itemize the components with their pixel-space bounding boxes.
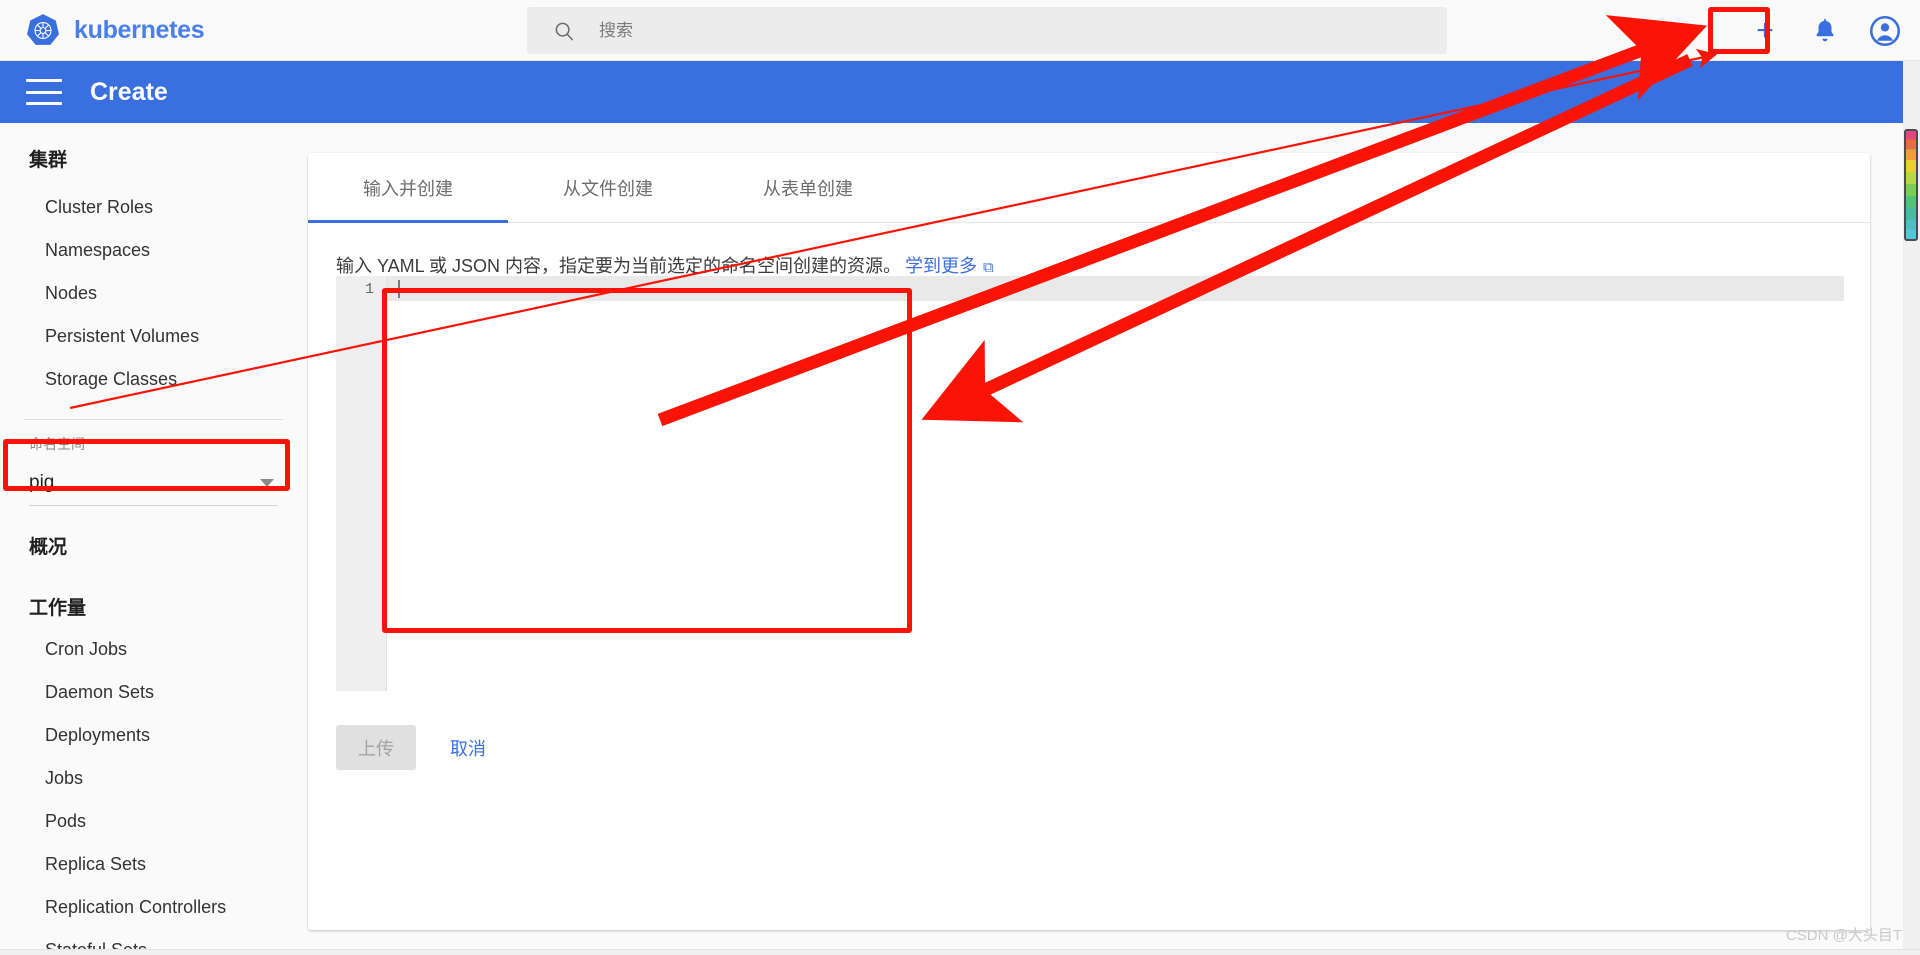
top-bar-actions: +	[1748, 0, 1902, 61]
sidebar-item-overview[interactable]: 概况	[0, 506, 307, 567]
learn-more-link[interactable]: 学到更多	[905, 256, 977, 276]
highlight-create-button	[1708, 7, 1770, 54]
page-header-bar: Create	[0, 61, 1920, 123]
sidebar-section-workloads-title: 工作量	[29, 598, 87, 619]
sidebar-item-cluster-roles[interactable]: Cluster Roles	[0, 186, 307, 229]
page-title: Create	[90, 77, 168, 106]
brand-logo-link[interactable]: kubernetes	[26, 13, 205, 47]
global-search-bar[interactable]	[527, 7, 1447, 54]
sidebar-item-nodes[interactable]: Nodes	[0, 272, 307, 315]
search-icon	[555, 22, 574, 40]
cancel-button[interactable]: 取消	[442, 735, 494, 761]
sidebar-item-jobs[interactable]: Jobs	[0, 757, 307, 800]
kubernetes-dashboard-page: kubernetes +	[0, 0, 1920, 955]
horizontal-scrollbar-track[interactable]	[0, 949, 1920, 955]
top-app-bar: kubernetes +	[0, 0, 1920, 61]
sidebar-item-deployments[interactable]: Deployments	[0, 714, 307, 757]
sidebar-item-namespaces[interactable]: Namespaces	[0, 229, 307, 272]
sidebar-item-pods[interactable]: Pods	[0, 800, 307, 843]
card-action-buttons: 上传 取消	[336, 725, 494, 770]
line-number-1: 1	[364, 281, 374, 298]
sidebar-item-replication-controllers[interactable]: Replication Controllers	[0, 886, 307, 929]
line-number-gutter: 1	[336, 276, 387, 691]
tab-create-from-input[interactable]: 输入并创建	[308, 153, 508, 223]
create-mode-tabs: 输入并创建 从文件创建 从表单创建	[308, 153, 1870, 223]
page-scrollbar-track[interactable]	[1903, 61, 1920, 955]
sidebar-item-persistent-volumes[interactable]: Persistent Volumes	[0, 315, 307, 358]
create-description: 输入 YAML 或 JSON 内容，指定要为当前选定的命名空间创建的资源。 学到更…	[308, 223, 1870, 280]
tab-create-from-file[interactable]: 从文件创建	[508, 153, 708, 222]
create-description-text: 输入 YAML 或 JSON 内容，指定要为当前选定的命名空间创建的资源。	[336, 256, 902, 276]
sidebar-item-daemon-sets[interactable]: Daemon Sets	[0, 671, 307, 714]
user-circle-icon	[1869, 15, 1901, 46]
account-button[interactable]	[1868, 14, 1902, 48]
page-scrollbar-thumb[interactable]	[1904, 129, 1918, 241]
sidebar-item-replica-sets[interactable]: Replica Sets	[0, 843, 307, 886]
brand-name: kubernetes	[74, 15, 205, 44]
bell-icon	[1816, 18, 1834, 41]
highlight-editor-area	[382, 288, 912, 633]
upload-button[interactable]: 上传	[336, 725, 416, 770]
hamburger-menu-icon[interactable]	[26, 79, 62, 105]
kubernetes-wheel-logo-icon	[27, 14, 59, 45]
notifications-button[interactable]	[1808, 14, 1842, 48]
sidebar-navigation: 集群 Cluster Roles Namespaces Nodes Persis…	[0, 123, 307, 955]
highlight-namespace-selector	[3, 439, 290, 491]
sidebar-item-storage-classes[interactable]: Storage Classes	[0, 358, 307, 401]
sidebar-item-cron-jobs[interactable]: Cron Jobs	[0, 628, 307, 671]
watermark-text: CSDN @大头目T	[1785, 927, 1902, 944]
tab-create-from-form[interactable]: 从表单创建	[708, 153, 908, 222]
sidebar-section-cluster-title: 集群	[29, 150, 68, 171]
search-input[interactable]	[599, 20, 1431, 41]
